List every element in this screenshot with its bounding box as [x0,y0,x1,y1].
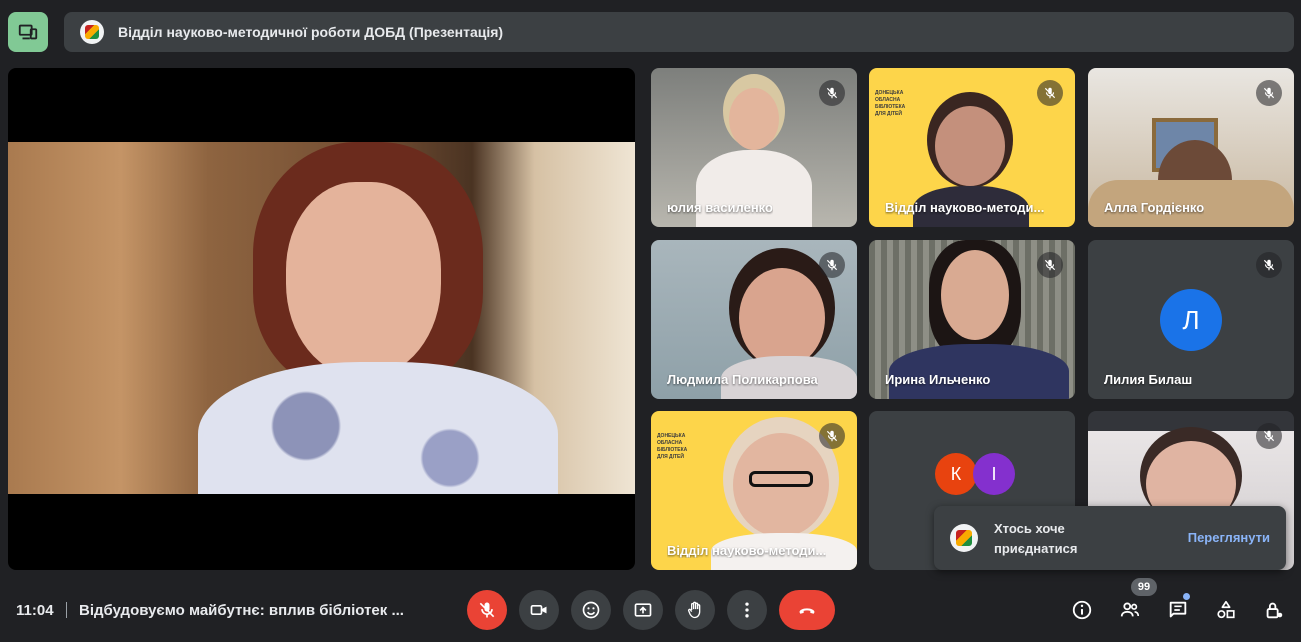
activities-button[interactable] [1208,592,1244,628]
main-presenter-tile[interactable] [8,68,635,570]
toggle-microphone-button[interactable] [467,590,507,630]
library-logo-icon [80,20,104,44]
call-end-icon [799,608,815,614]
presentation-title-bar[interactable]: Відділ науково-методичної роботи ДОБД (П… [64,12,1294,52]
participant-name: Ирина Ильченко [885,372,991,387]
videocam-icon [530,605,547,615]
more-vert-icon [745,602,749,618]
unread-indicator [1183,593,1190,600]
participant-muted-badge [1256,423,1282,449]
raise-hand-icon [688,601,701,619]
participant-name: Лилия Билаш [1104,372,1193,387]
participant-muted-badge [819,252,845,278]
participant-name: Людмила Поликарпова [667,372,818,387]
participant-tile[interactable]: Ирина Ильченко [869,240,1075,399]
participant-avatar: Л [1160,289,1222,351]
mic-off-icon [826,430,838,442]
reactions-button[interactable] [571,590,611,630]
meeting-controls-bar: 11:04 Відбудовуємо майбутнє: вплив біблі… [0,578,1301,642]
more-options-button[interactable] [727,590,767,630]
emoji-icon [582,601,600,619]
brand-logo: ДОНЕЦЬКА ОБЛАСНА БІБЛІОТЕКА ДЛЯ ДІТЕЙ [657,433,688,460]
present-screen-button[interactable] [623,590,663,630]
raise-hand-button[interactable] [675,590,715,630]
present-button[interactable] [8,12,48,52]
host-controls-icon [1266,602,1283,619]
participant-name: Відділ науково-методи... [667,543,827,558]
present-to-all-icon [18,24,38,40]
present-screen-icon [634,603,652,617]
meeting-clock: 11:04 [16,602,54,619]
participant-muted-badge [1256,80,1282,106]
participant-muted-badge [819,80,845,106]
participants-count-badge: 99 [1131,578,1157,596]
mic-off-icon [826,259,838,271]
mic-off-icon [1263,87,1275,99]
presentation-title: Відділ науково-методичної роботи ДОБД (П… [118,24,504,40]
participant-muted-badge [1037,252,1063,278]
mic-off-icon [1044,259,1056,271]
leave-call-button[interactable] [779,590,835,630]
mic-off-icon [826,87,838,99]
mic-off-icon [479,602,495,618]
join-request-toast: Хтось хоче приєднатися Переглянути [934,506,1286,570]
brand-logo: ДОНЕЦЬКА ОБЛАСНА БІБЛІОТЕКА ДЛЯ ДІТЕЙ [875,90,906,117]
participant-tile[interactable]: Людмила Поликарпова [651,240,857,399]
participant-name: Відділ науково-методи... [885,200,1045,215]
meet-window: Відділ науково-методичної роботи ДОБД (П… [0,0,1301,642]
participant-name: Алла Гордієнко [1104,200,1205,215]
participant-name: юлия василенко [667,200,773,215]
people-icon [1120,602,1140,617]
host-controls-button[interactable] [1256,592,1292,628]
info-icon [1072,600,1092,620]
participant-muted-badge [819,423,845,449]
library-logo-icon [950,524,978,552]
chat-icon [1169,601,1187,618]
meeting-details-button[interactable] [1064,592,1100,628]
participant-muted-badge [1037,80,1063,106]
participant-avatar: І [973,453,1015,495]
participant-avatar: К [935,453,977,495]
toggle-camera-button[interactable] [519,590,559,630]
mic-off-icon [1263,259,1275,271]
participant-tile[interactable]: Алла Гордієнко [1088,68,1294,227]
participant-tile[interactable]: ДОНЕЦЬКА ОБЛАСНА БІБЛІОТЕКА ДЛЯ ДІТЕЙ Ві… [651,411,857,570]
meeting-name: Відбудовуємо майбутнє: вплив бібліотек .… [79,602,404,619]
participant-tile[interactable]: юлия василенко [651,68,857,227]
activities-icon [1217,600,1235,619]
participant-tile[interactable]: Л Лилия Билаш [1088,240,1294,399]
divider [66,602,67,618]
people-button[interactable] [1112,592,1148,628]
participant-tile[interactable]: ДОНЕЦЬКА ОБЛАСНА БІБЛІОТЕКА ДЛЯ ДІТЕЙ Ві… [869,68,1075,227]
mic-off-icon [1044,87,1056,99]
chat-button[interactable] [1160,592,1196,628]
toast-message: Хтось хоче приєднатися [994,521,1078,556]
participant-muted-badge [1256,252,1282,278]
view-request-button[interactable]: Переглянути [1188,530,1270,545]
mic-off-icon [1263,430,1275,442]
presenter-video [8,142,635,494]
